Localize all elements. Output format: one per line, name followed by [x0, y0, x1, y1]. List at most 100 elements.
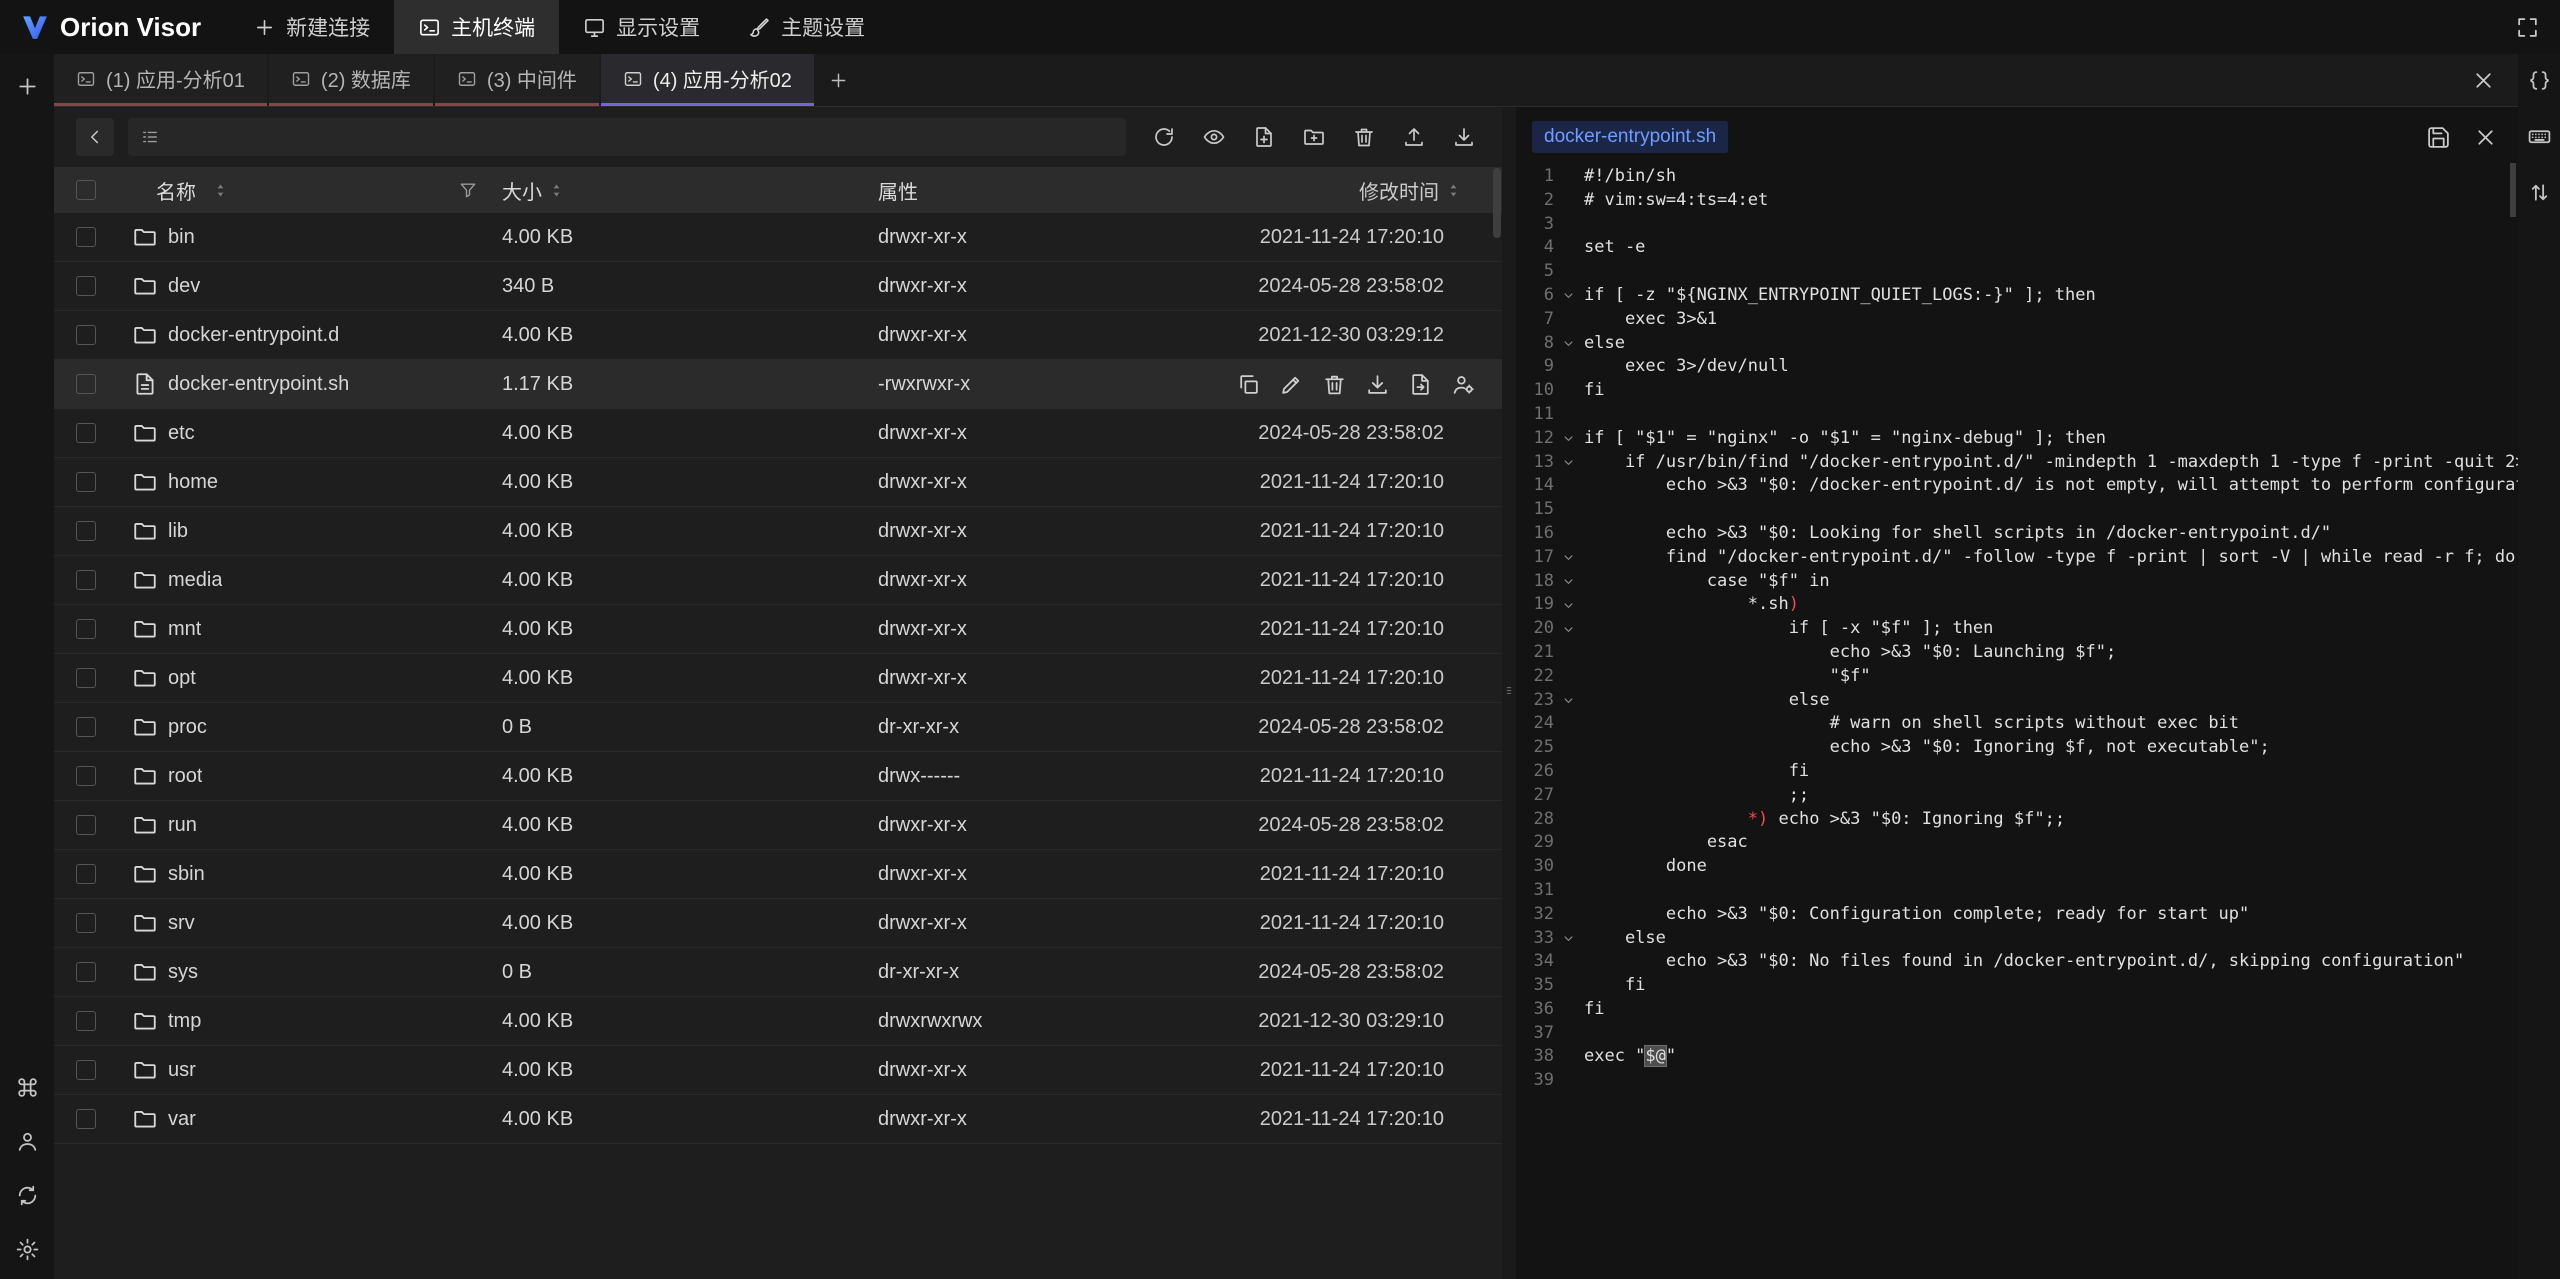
file-row[interactable]: srv 4.00 KB drwxr-xr-x 2021-11-24 17:20:…: [54, 899, 1502, 948]
fold-icon[interactable]: [1554, 332, 1582, 356]
fold-icon[interactable]: [1554, 451, 1582, 475]
select-all-checkbox[interactable]: [76, 180, 96, 200]
swap-button[interactable]: [2519, 172, 2559, 212]
row-checkbox[interactable]: [76, 472, 96, 492]
sync-button[interactable]: [7, 1175, 47, 1215]
row-checkbox[interactable]: [76, 423, 96, 443]
permission-button[interactable]: [1451, 372, 1476, 397]
new-file-button[interactable]: [1248, 121, 1280, 153]
file-row[interactable]: mnt 4.00 KB drwxr-xr-x 2021-11-24 17:20:…: [54, 605, 1502, 654]
row-checkbox[interactable]: [76, 521, 96, 541]
upload-button[interactable]: [1398, 121, 1430, 153]
file-row[interactable]: docker-entrypoint.sh 1.17 KB -rwxrwxr-x: [54, 360, 1502, 409]
row-checkbox[interactable]: [76, 864, 96, 884]
brand[interactable]: Orion Visor: [0, 0, 229, 54]
row-checkbox[interactable]: [76, 668, 96, 688]
new-tab-button[interactable]: [816, 54, 862, 106]
eye-button[interactable]: [1198, 121, 1230, 153]
file-row[interactable]: etc 4.00 KB drwxr-xr-x 2024-05-28 23:58:…: [54, 409, 1502, 458]
file-row[interactable]: tmp 4.00 KB drwxrwxrwx 2021-12-30 03:29:…: [54, 997, 1502, 1046]
row-checkbox[interactable]: [76, 717, 96, 737]
row-checkbox[interactable]: [76, 962, 96, 982]
file-row[interactable]: proc 0 B dr-xr-xr-x 2024-05-28 23:58:02: [54, 703, 1502, 752]
command-button[interactable]: [7, 1067, 47, 1107]
fold-icon[interactable]: [1554, 689, 1582, 713]
row-checkbox[interactable]: [76, 913, 96, 933]
close-all-button[interactable]: [2467, 64, 2500, 97]
code-editor[interactable]: 1 #!/bin/sh 2 # vim:sw=4:ts=4:et 3 4 set…: [1516, 159, 2518, 1279]
nav-host-terminal[interactable]: 主机终端: [394, 0, 559, 54]
row-checkbox[interactable]: [76, 276, 96, 296]
tab-terminal-3[interactable]: (3) 中间件: [435, 54, 599, 106]
filter-icon[interactable]: [458, 180, 478, 200]
save-button[interactable]: [2422, 121, 2455, 154]
file-row[interactable]: opt 4.00 KB drwxr-xr-x 2021-11-24 17:20:…: [54, 654, 1502, 703]
copy-path-button[interactable]: [1236, 372, 1261, 397]
row-checkbox[interactable]: [76, 619, 96, 639]
code-text: [1582, 260, 1584, 284]
column-attr: 属性: [878, 182, 918, 204]
fold-icon[interactable]: [1554, 593, 1582, 617]
nav-new-connection[interactable]: 新建连接: [229, 0, 394, 54]
download-button[interactable]: [1448, 121, 1480, 153]
file-row[interactable]: home 4.00 KB drwxr-xr-x 2021-11-24 17:20…: [54, 458, 1502, 507]
fullscreen-button[interactable]: [2511, 11, 2544, 44]
settings-button[interactable]: [7, 1229, 47, 1269]
tab-terminal-2[interactable]: (2) 数据库: [269, 54, 433, 106]
user-button[interactable]: [7, 1121, 47, 1161]
sort-size-icon[interactable]: [548, 182, 565, 199]
row-checkbox[interactable]: [76, 1109, 96, 1129]
file-row[interactable]: lib 4.00 KB drwxr-xr-x 2021-11-24 17:20:…: [54, 507, 1502, 556]
close-editor-button[interactable]: [2469, 121, 2502, 154]
fold-icon[interactable]: [1554, 284, 1582, 308]
row-checkbox[interactable]: [76, 815, 96, 835]
path-input[interactable]: [170, 126, 1114, 148]
file-list-scrollbar[interactable]: [1493, 168, 1501, 238]
row-checkbox[interactable]: [76, 325, 96, 345]
plus-button[interactable]: [7, 66, 47, 106]
new-folder-button[interactable]: [1298, 121, 1330, 153]
row-checkbox[interactable]: [76, 766, 96, 786]
fold-icon[interactable]: [1554, 427, 1582, 451]
tab-terminal-4[interactable]: (4) 应用-分析02: [601, 54, 814, 106]
fold-icon[interactable]: [1554, 927, 1582, 951]
file-row[interactable]: root 4.00 KB drwx------ 2021-11-24 17:20…: [54, 752, 1502, 801]
move-button[interactable]: [1408, 372, 1433, 397]
nav-theme-settings[interactable]: 主题设置: [724, 0, 889, 54]
nav-display-settings[interactable]: 显示设置: [559, 0, 724, 54]
fold-icon[interactable]: [1554, 570, 1582, 594]
fold-icon[interactable]: [1554, 617, 1582, 641]
row-checkbox[interactable]: [76, 570, 96, 590]
sort-name-icon[interactable]: [212, 182, 229, 199]
file-row[interactable]: bin 4.00 KB drwxr-xr-x 2021-11-24 17:20:…: [54, 213, 1502, 262]
keyboard-button[interactable]: [2519, 116, 2559, 156]
edit-button[interactable]: [1279, 372, 1304, 397]
back-button[interactable]: [76, 118, 114, 156]
file-row[interactable]: docker-entrypoint.d 4.00 KB drwxr-xr-x 2…: [54, 311, 1502, 360]
code-text: *) echo >&3 "$0: Ignoring $f";;: [1582, 808, 2065, 832]
braces-button[interactable]: [2519, 60, 2559, 100]
sort-mtime-icon[interactable]: [1445, 182, 1462, 199]
file-row[interactable]: media 4.00 KB drwxr-xr-x 2021-11-24 17:2…: [54, 556, 1502, 605]
file-mtime: 2021-11-24 17:20:10: [1234, 618, 1502, 641]
delete-button[interactable]: [1322, 372, 1347, 397]
file-row[interactable]: sys 0 B dr-xr-xr-x 2024-05-28 23:58:02: [54, 948, 1502, 997]
file-row[interactable]: var 4.00 KB drwxr-xr-x 2021-11-24 17:20:…: [54, 1095, 1502, 1144]
editor-scrollbar[interactable]: [2510, 163, 2516, 217]
row-checkbox[interactable]: [76, 227, 96, 247]
row-checkbox[interactable]: [76, 1011, 96, 1031]
fold-icon[interactable]: [1554, 546, 1582, 570]
file-row[interactable]: sbin 4.00 KB drwxr-xr-x 2021-11-24 17:20…: [54, 850, 1502, 899]
row-checkbox[interactable]: [76, 1060, 96, 1080]
file-row[interactable]: run 4.00 KB drwxr-xr-x 2024-05-28 23:58:…: [54, 801, 1502, 850]
code-text: [1582, 1022, 1584, 1046]
file-row[interactable]: usr 4.00 KB drwxr-xr-x 2021-11-24 17:20:…: [54, 1046, 1502, 1095]
file-table: 名称 大小 属性 修改时间: [54, 167, 1502, 1279]
delete-button[interactable]: [1348, 121, 1380, 153]
refresh-button[interactable]: [1148, 121, 1180, 153]
row-checkbox[interactable]: [76, 374, 96, 394]
file-row[interactable]: dev 340 B drwxr-xr-x 2024-05-28 23:58:02: [54, 262, 1502, 311]
download-button[interactable]: [1365, 372, 1390, 397]
tab-terminal-1[interactable]: (1) 应用-分析01: [54, 54, 267, 106]
pane-splitter[interactable]: [1502, 107, 1516, 1279]
